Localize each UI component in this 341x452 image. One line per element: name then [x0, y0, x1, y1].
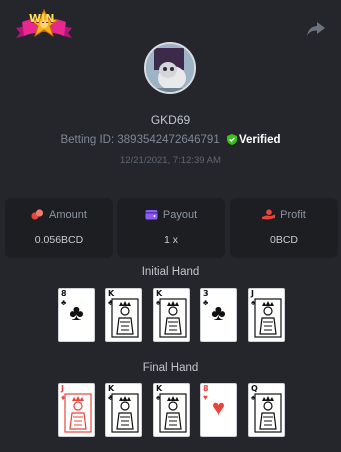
card-rank: K — [156, 289, 163, 298]
share-button[interactable] — [307, 22, 325, 36]
profit-stat-header: Profit — [230, 209, 338, 221]
face-card-art — [111, 393, 139, 433]
final_hand-card-1: J ♦ — [58, 383, 95, 437]
profit-label: Profit — [280, 209, 306, 221]
betting-id-label: Betting ID: — [60, 134, 115, 146]
card-rank: K — [108, 289, 115, 298]
final-hand-title: Final Hand — [142, 362, 199, 374]
card-suit-center: ♣ — [69, 300, 84, 325]
avatar-image — [146, 44, 194, 92]
card-rank: Q — [251, 384, 258, 393]
card-rank: K — [108, 384, 115, 393]
initial_hand-card-3: K ♠ — [153, 288, 190, 342]
initial_hand-card-1: 8 ♣ ♣ — [58, 288, 95, 342]
payout-label: Payout — [162, 209, 198, 221]
wallet-icon — [145, 210, 158, 220]
profit-value: 0BCD — [269, 234, 298, 246]
final_hand-card-4: 8 ♥ ♥ — [200, 383, 237, 437]
betting-id-value: 3893542472646791 — [117, 134, 220, 146]
face-card-art — [254, 393, 282, 433]
amount-label: Amount — [49, 209, 87, 221]
card-rank: J — [251, 289, 254, 298]
payout-value: 1 x — [163, 234, 178, 246]
face-card-art — [159, 393, 187, 433]
coins-icon — [31, 209, 44, 220]
card-rank: J — [61, 384, 64, 393]
face-card-art — [159, 298, 187, 338]
bet-timestamp: 12/21/2021, 7:12:39 AM — [120, 155, 221, 166]
amount-value: 0.056BCD — [34, 234, 84, 246]
win-badge-label: WIN — [29, 12, 55, 25]
payout-stat: Payout 1 x — [117, 198, 225, 258]
betting-id-row: Betting ID: 3893542472646791 Verified — [0, 134, 341, 146]
profit-stat: Profit 0BCD — [230, 198, 338, 258]
amount-stat: Amount 0.056BCD — [5, 198, 113, 258]
initial-hand-title: Initial Hand — [141, 266, 200, 278]
card-suit-center: ♥ — [211, 395, 226, 420]
username: GKD69 — [150, 113, 191, 127]
card-rank: K — [156, 384, 163, 393]
initial_hand-card-4: 3 ♣ ♣ — [200, 288, 237, 342]
face-card-art — [64, 393, 92, 433]
initial_hand-card-5: J ♠ — [248, 288, 285, 342]
final_hand-card-3: K ♠ — [153, 383, 190, 437]
final_hand-card-2: K ♣ — [105, 383, 142, 437]
face-card-art — [254, 298, 282, 338]
win-badge: WIN — [14, 6, 74, 48]
card-rank: 3 — [203, 289, 209, 298]
card-suit-center: ♣ — [211, 300, 226, 325]
face-card-art — [111, 298, 139, 338]
card-rank: 8 — [61, 289, 67, 298]
initial_hand-card-2: K ♣ — [105, 288, 142, 342]
card-rank: 8 — [203, 384, 209, 393]
amount-stat-header: Amount — [5, 209, 113, 221]
share-icon — [307, 22, 325, 36]
avatar[interactable] — [144, 42, 196, 94]
hand-coin-icon — [262, 209, 276, 220]
verified-label: Verified — [238, 134, 281, 146]
final_hand-card-5: Q ♠ — [248, 383, 285, 437]
verified-shield-icon — [226, 134, 237, 145]
payout-stat-header: Payout — [117, 209, 225, 221]
